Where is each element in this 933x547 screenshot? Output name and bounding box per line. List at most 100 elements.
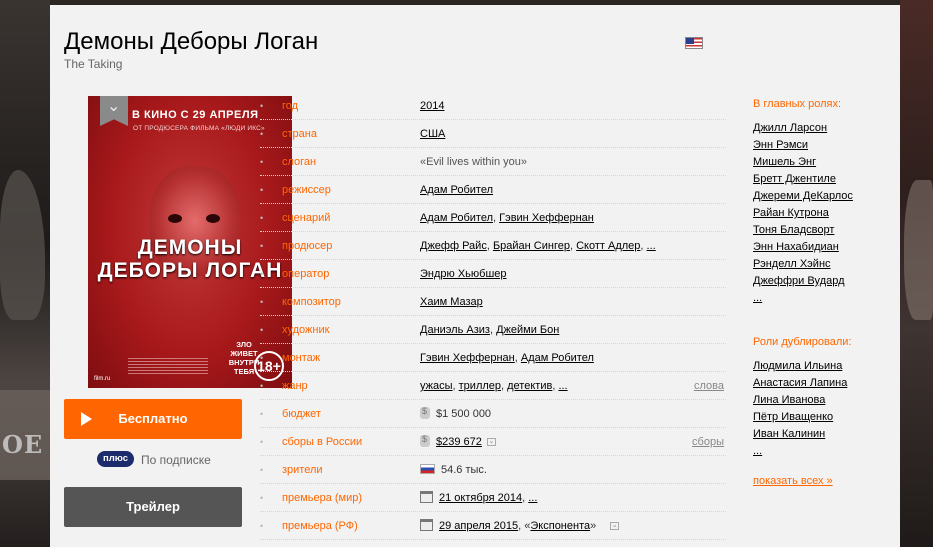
row-label: премьера (РФ) [282,520,358,532]
list-item: Лина Иванова [753,394,893,411]
genre-more-link[interactable]: ... [558,380,567,392]
dubbing-heading: Роли дублировали: [753,336,852,348]
producer-link[interactable]: Джефф Райс [420,240,487,252]
info-row-slogan: • слоган «Evil lives within you» [260,148,726,176]
more-dubbing-link[interactable]: ... [753,445,762,457]
info-row-composer: • композитор Хаим Мазар [260,288,726,316]
info-row-artist: • художник Даниэль Азиз, Джейми Бон [260,316,726,344]
voice-actor-link[interactable]: Людмила Ильина [753,360,842,372]
writer-link[interactable]: Адам Робител [420,212,493,224]
dubbing-section: Роли дублировали: Людмила Ильина Анастас… [753,336,893,462]
producer-link[interactable]: Скотт Адлер [576,240,640,252]
row-bullet: • [260,241,264,251]
list-item: Тоня Бладсворт [753,224,893,241]
voice-actor-link[interactable]: Пётр Иващенко [753,411,833,423]
producer-more-link[interactable]: ... [647,240,656,252]
show-all-cast-link[interactable]: показать всех » [753,475,833,487]
actor-link[interactable]: Мишель Энг [753,156,816,168]
actor-link[interactable]: Энн Рэмси [753,139,808,151]
slogan-text: «Evil lives within you» [420,156,527,168]
producer-link[interactable]: Брайан Сингер [493,240,570,252]
artist-link[interactable]: Джейми Бон [496,324,559,336]
row-label: композитор [282,296,341,308]
voice-actor-link[interactable]: Иван Калинин [753,428,825,440]
row-bullet: • [260,521,264,531]
year-link[interactable]: 2014 [420,100,444,112]
poster-release-text: В КИНО С 29 АПРЕЛЯ [132,109,259,121]
more-cast-link[interactable]: ... [753,292,762,304]
writer-link[interactable]: Гэвин Хеффернан [499,212,594,224]
premiere-world-date-link[interactable]: 21 октября 2014 [439,492,522,504]
info-row-country: • страна США [260,120,726,148]
director-link[interactable]: Адам Робител [420,184,493,196]
show-all-arrow: » [826,475,833,487]
row-bullet: • [260,465,264,475]
composer-link[interactable]: Хаим Мазар [420,296,483,308]
actor-link[interactable]: Джилл Ларсон [753,122,827,134]
calendar-icon[interactable] [420,491,433,504]
row-label: режиссер [282,184,331,196]
list-item: ... [753,292,893,309]
row-label: сценарий [282,212,331,224]
info-row-premiere-ru: • премьера (РФ) 29 апреля 2015, «Экспоне… [260,512,726,540]
genre-link[interactable]: детектив [507,380,552,392]
premiere-ru-date-link[interactable]: 29 апреля 2015 [439,520,518,532]
trailer-button[interactable]: Трейлер [64,487,242,527]
russia-flag-icon [420,464,435,475]
watch-free-button[interactable]: Бесплатно [64,399,242,439]
distributor-link[interactable]: Экспонента [530,520,590,532]
info-row-operator: • оператор Эндрю Хьюбшер [260,260,726,288]
row-bullet: • [260,437,264,447]
expand-dropdown-icon[interactable]: ⌄ [486,438,496,447]
row-label: сборы в России [282,436,363,448]
watch-free-label: Бесплатно [118,411,188,426]
row-label: жанр [282,380,308,392]
box-office-details-link[interactable]: сборы [692,436,724,448]
row-bullet: • [260,157,264,167]
list-item: Энн Рэмси [753,139,893,156]
list-item: Райан Кутрона [753,207,893,224]
calendar-icon[interactable] [420,519,433,532]
actor-link[interactable]: Тоня Бладсворт [753,224,834,236]
country-link[interactable]: США [420,128,445,140]
genre-link[interactable]: ужасы [420,380,453,392]
info-row-viewers: • зрители 54.6 тыс. [260,456,726,484]
actor-link[interactable]: Рэнделл Хэйнс [753,258,831,270]
premiere-world-more-link[interactable]: ... [528,492,537,504]
money-icon [420,434,430,448]
bookmark-icon[interactable] [100,96,128,126]
actor-link[interactable]: Райан Кутрона [753,207,829,219]
background-left: OE [0,0,50,547]
voice-actor-link[interactable]: Лина Иванова [753,394,825,406]
distributor-close-quote: » [590,520,597,532]
info-row-writer: • сценарий Адам Робител, Гэвин Хеффернан [260,204,726,232]
expand-dropdown-icon[interactable]: ⌄ [610,522,620,531]
row-label: монтаж [282,352,321,364]
row-bullet: • [260,325,264,335]
row-label: художник [282,324,330,336]
actor-link[interactable]: Энн Нахабидиан [753,241,839,253]
actor-link[interactable]: Джеффри Вудард [753,275,845,287]
operator-link[interactable]: Эндрю Хьюбшер [420,268,507,280]
list-item: Бретт Джентиле [753,173,893,190]
keywords-link[interactable]: слова [694,380,724,392]
artist-link[interactable]: Даниэль Азиз [420,324,490,336]
row-label: страна [282,128,317,140]
actor-link[interactable]: Джереми ДеКарлос [753,190,853,202]
info-row-year: • год 2014 [260,92,726,120]
editor-link[interactable]: Гэвин Хеффернан [420,352,515,364]
page-title: Демоны Деборы Логан [64,28,319,55]
row-label: оператор [282,268,330,280]
editor-link[interactable]: Адам Робител [521,352,594,364]
money-icon [420,406,430,420]
voice-actor-link[interactable]: Анастасия Лапина [753,377,847,389]
actor-link[interactable]: Бретт Джентиле [753,173,836,185]
subscription-text: По подписке [141,453,211,467]
poster-subtext: ОТ ПРОДЮСЕРА ФИЛЬМА «ЛЮДИ ИКС» [133,125,265,132]
row-label: слоган [282,156,317,168]
genre-link[interactable]: триллер [459,380,501,392]
show-all-label: показать всех [753,475,824,487]
row-bullet: • [260,101,264,111]
plus-badge: плюс [97,451,135,467]
box-office-link[interactable]: $239 672 [436,436,482,448]
